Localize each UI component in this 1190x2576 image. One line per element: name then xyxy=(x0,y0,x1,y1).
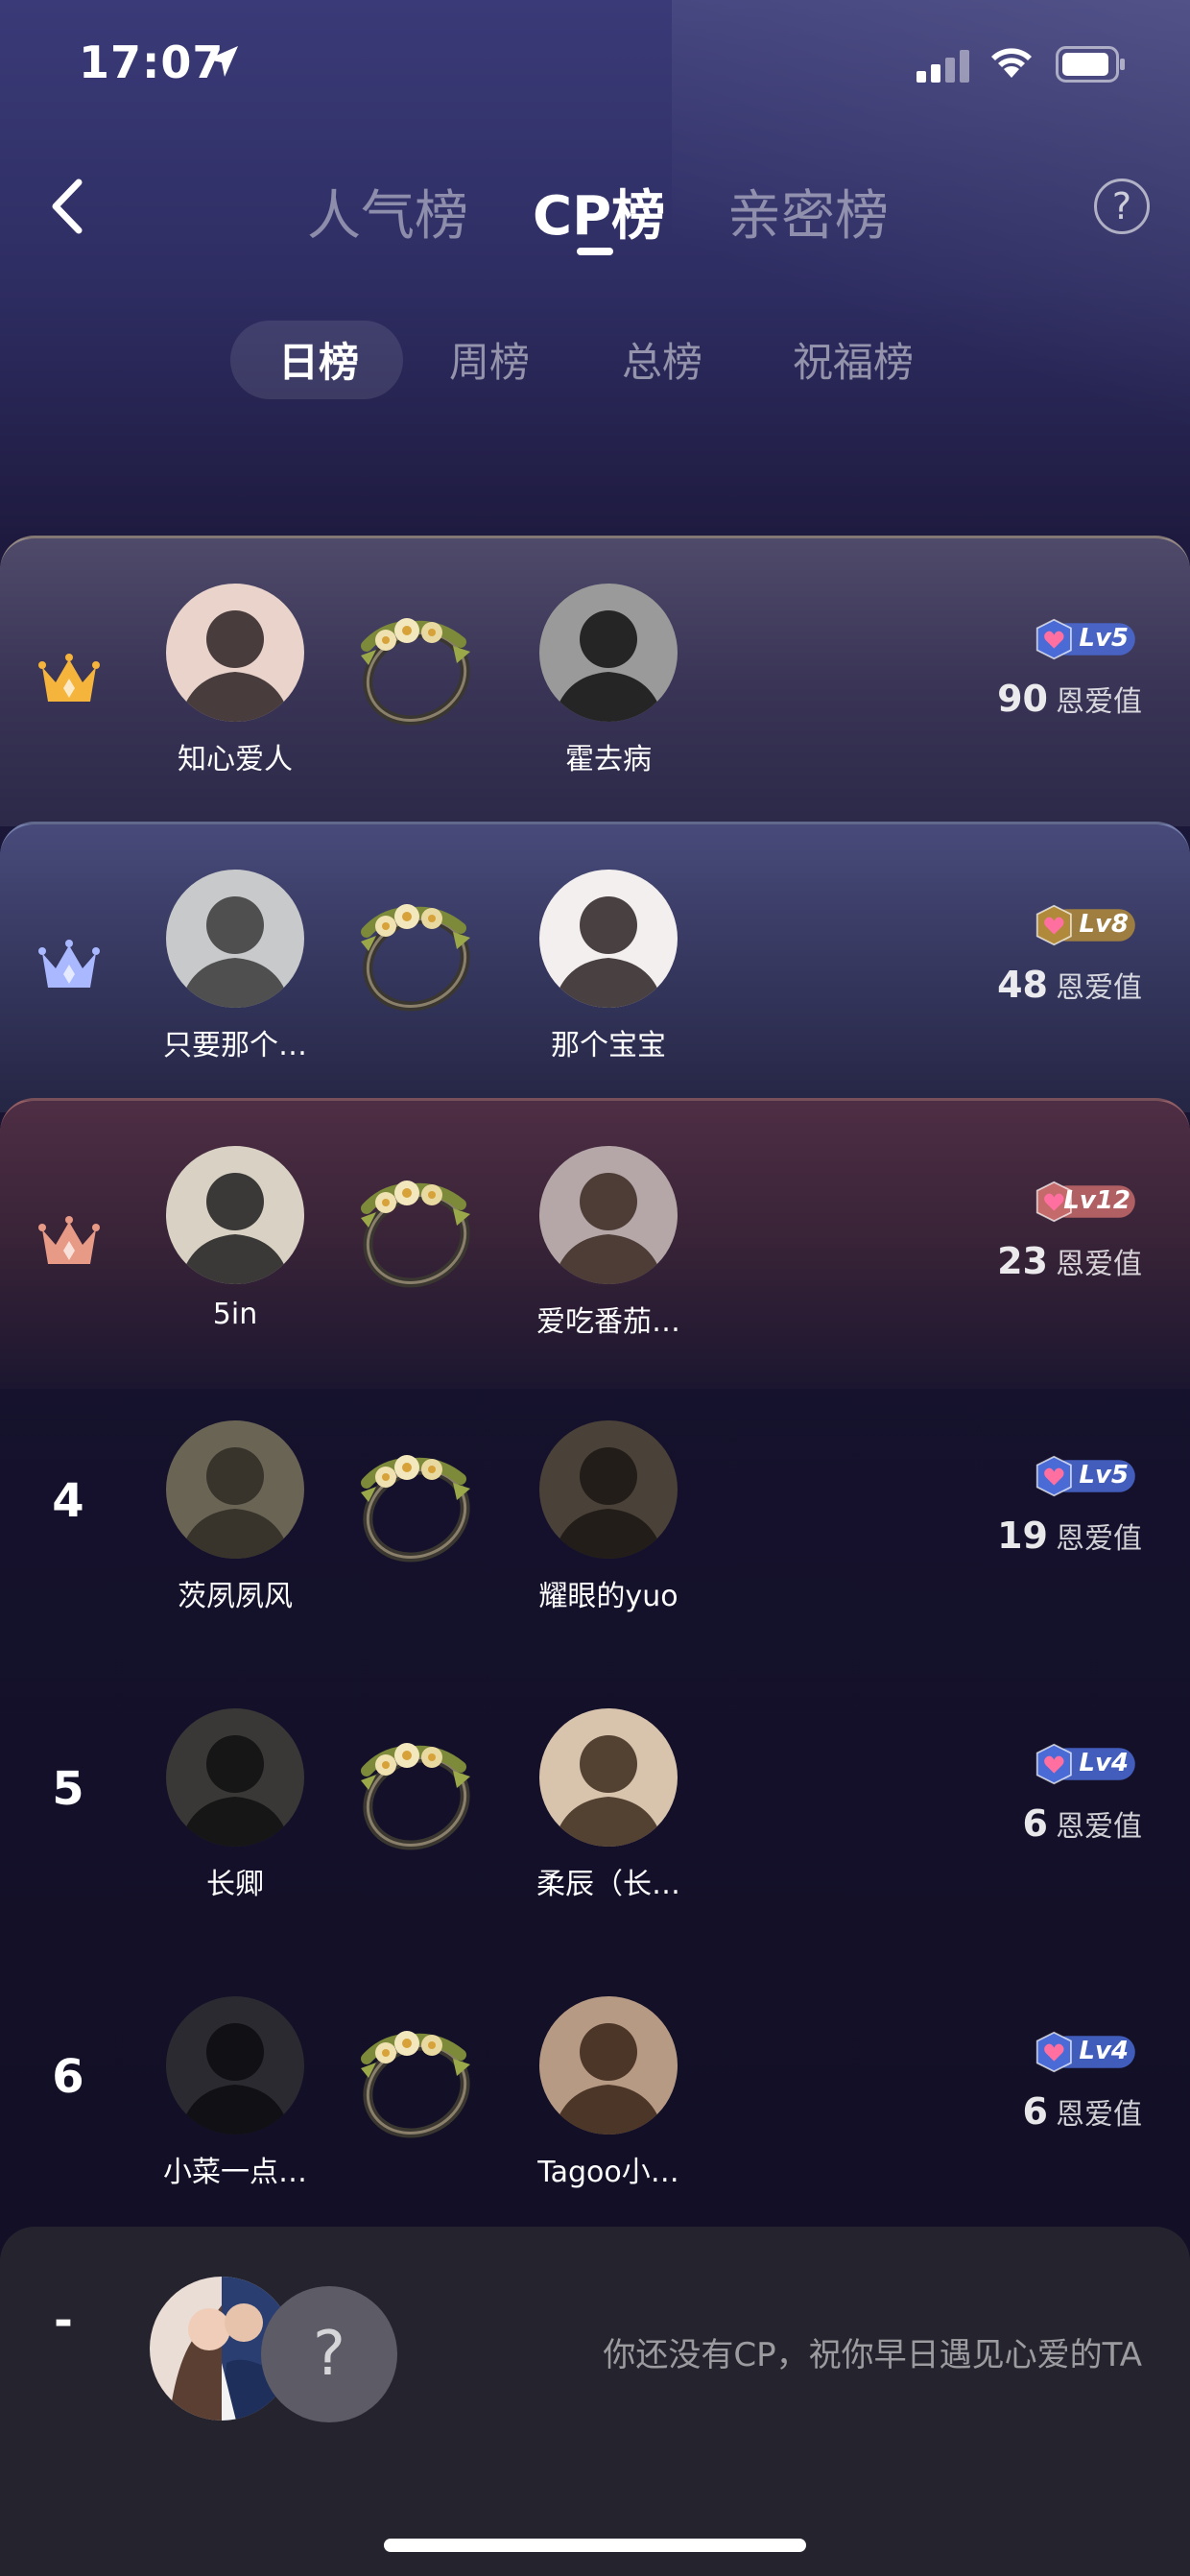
cp-name-right: 柔辰（长… xyxy=(536,1868,680,1901)
cp-name-left: 长卿 xyxy=(206,1868,264,1901)
cp-love-score: 6 恩爱值 xyxy=(1022,2090,1142,2133)
cp-avatar-right[interactable] xyxy=(539,870,678,1008)
rank-number: 5 xyxy=(52,1762,84,1816)
cp-love-score: 19 恩爱值 xyxy=(997,1515,1142,1557)
cp-name-right: 耀眼的yuo xyxy=(538,1580,678,1613)
rank-2-crown-icon xyxy=(38,940,100,988)
cp-name-left: 5in xyxy=(212,1298,258,1331)
cp-love-score: 48 恩爱值 xyxy=(997,964,1142,1006)
active-tab-indicator xyxy=(577,248,613,255)
cp-name-left: 只要那个… xyxy=(163,1029,307,1062)
flower-ring-icon xyxy=(361,1455,470,1562)
cp-avatar-left[interactable] xyxy=(166,870,304,1008)
help-question-icon[interactable]: ? xyxy=(1094,179,1150,234)
rank-number: 4 xyxy=(52,1474,84,1528)
home-indicator xyxy=(384,2539,806,2552)
subtab-weekly[interactable]: 周榜 xyxy=(449,330,530,389)
tab-cp[interactable]: CP榜 xyxy=(533,173,665,250)
flower-ring-icon xyxy=(361,618,470,726)
cp-name-right: 霍去病 xyxy=(565,743,652,776)
cp-avatar-right[interactable] xyxy=(539,1996,678,2135)
flower-ring-icon xyxy=(361,1181,470,1288)
flower-ring-icon xyxy=(361,1743,470,1850)
cellular-signal-icon xyxy=(916,50,969,83)
cp-name-left: 小菜一点… xyxy=(163,2156,307,2189)
period-subtabs: 日榜 周榜 总榜 祝福榜 xyxy=(0,317,1190,403)
cp-avatar-right[interactable] xyxy=(539,584,678,722)
cp-level-text: Lv12 xyxy=(1063,1186,1130,1215)
my-rank: - xyxy=(54,2294,73,2348)
wifi-icon xyxy=(991,48,1032,78)
subtab-total[interactable]: 总榜 xyxy=(622,330,702,389)
cp-placeholder-question-icon[interactable]: ? xyxy=(261,2286,397,2422)
cp-love-score: 23 恩爱值 xyxy=(997,1240,1142,1282)
cp-avatar-left[interactable] xyxy=(166,1146,304,1284)
cp-avatar-right[interactable] xyxy=(539,1146,678,1284)
cp-name-left: 茨夙夙风 xyxy=(178,1580,293,1613)
status-time: 17:07 xyxy=(79,36,225,88)
rank-1-crown-icon xyxy=(38,654,100,702)
cp-name-right: 那个宝宝 xyxy=(551,1029,666,1062)
cp-avatar-left[interactable] xyxy=(166,1708,304,1847)
tab-popularity[interactable]: 人气榜 xyxy=(307,173,468,250)
flower-ring-icon xyxy=(361,904,470,1012)
my-cp-entry[interactable]: - ? 你还没有CP，祝你早日遇见心爱的TA xyxy=(0,2227,1190,2576)
cp-avatar-right[interactable] xyxy=(539,1708,678,1847)
cp-avatar-right[interactable] xyxy=(539,1420,678,1559)
cp-avatar-left[interactable] xyxy=(166,584,304,722)
cp-level-text: Lv5 xyxy=(1079,1461,1129,1490)
tab-intimacy[interactable]: 亲密榜 xyxy=(727,173,889,250)
ranking-tabs: 人气榜 CP榜 亲密榜 xyxy=(0,163,1190,259)
battery-icon xyxy=(1056,46,1125,83)
cp-level-text: Lv8 xyxy=(1079,910,1129,939)
status-bar: 17:07 xyxy=(0,0,1190,134)
cp-love-score: 6 恩爱值 xyxy=(1022,1802,1142,1845)
cp-name-right: Tagoo小… xyxy=(537,2156,679,2189)
location-arrow-icon xyxy=(207,46,238,77)
cp-level-text: Lv5 xyxy=(1079,624,1129,653)
cp-level-text: Lv4 xyxy=(1079,2037,1129,2065)
cp-avatar-left[interactable] xyxy=(166,1420,304,1559)
subtab-blessing[interactable]: 祝福榜 xyxy=(793,330,914,389)
cp-level-text: Lv4 xyxy=(1079,1749,1129,1777)
subtab-daily[interactable]: 日榜 xyxy=(278,330,359,389)
cp-avatar-left[interactable] xyxy=(166,1996,304,2135)
rank-3-crown-icon xyxy=(38,1216,100,1264)
no-cp-message: 你还没有CP，祝你早日遇见心爱的TA xyxy=(603,2336,1142,2374)
flower-ring-icon xyxy=(361,2031,470,2138)
cp-name-left: 知心爱人 xyxy=(178,743,293,776)
rank-number: 6 xyxy=(52,2050,84,2104)
cp-name-right: 爱吃番茄… xyxy=(536,1305,680,1339)
cp-love-score: 90 恩爱值 xyxy=(997,678,1142,720)
